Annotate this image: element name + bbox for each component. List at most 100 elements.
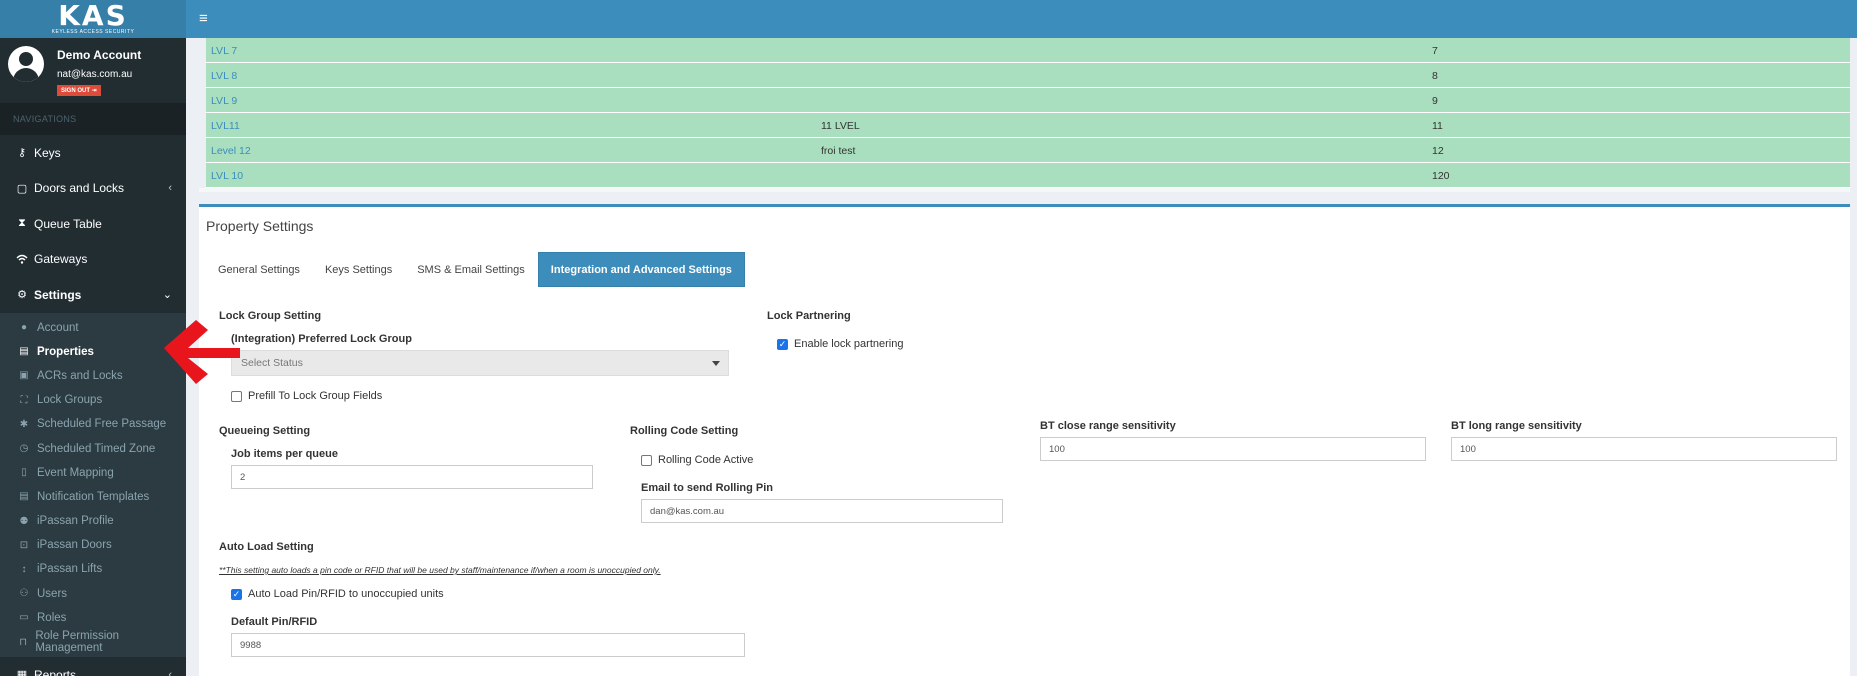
sidebar-item-gateways[interactable]: Gateways	[0, 242, 186, 278]
cogs-icon: ⚙	[17, 289, 27, 302]
floor-level: 11	[1432, 120, 1443, 132]
kas-logo[interactable]: KAS KEYLESS ACCESS SECURITY	[0, 0, 186, 38]
rolling-email-input[interactable]: dan@kas.com.au	[641, 499, 1003, 523]
lift-arrows-icon: ↕	[21, 563, 27, 575]
enable-lock-partnering-checkbox[interactable]: ✓ Enable lock partnering	[777, 338, 903, 350]
job-items-label: Job items per queue	[231, 448, 338, 460]
checkbox-unchecked-icon	[641, 454, 652, 466]
chevron-left-icon: ‹	[168, 182, 172, 195]
table-row: LVL 10 120	[206, 163, 1850, 188]
bt-close-range-label: BT close range sensitivity	[1040, 420, 1176, 432]
submenu-item-ipassan-profile[interactable]: ⚉ iPassan Profile	[0, 509, 186, 533]
user-name: Demo Account	[57, 48, 142, 62]
prefill-lock-group-checkbox[interactable]: Prefill To Lock Group Fields	[231, 390, 382, 402]
auto-load-checkbox[interactable]: ✓ Auto Load Pin/RFID to unoccupied units	[231, 588, 444, 600]
table-row: LVL 9 9	[206, 88, 1850, 113]
key-icon: ⚷	[17, 147, 27, 160]
floor-name-link[interactable]: LVL 7	[211, 45, 237, 57]
submenu-item-role-permission-management[interactable]: ⊓ Role Permission Management	[0, 630, 186, 654]
floor-name-link[interactable]: Level 12	[211, 145, 251, 157]
submenu-item-users[interactable]: ⚇ Users	[0, 582, 186, 606]
job-items-input[interactable]: 2	[231, 465, 593, 489]
lock-partnering-title: Lock Partnering	[767, 310, 851, 322]
floor-level: 9	[1432, 95, 1438, 107]
floors-table: LVL 7 7 LVL 8 8 LVL 9 9 LVL11 11 LVEL 11…	[206, 38, 1850, 188]
user-panel: Demo Account nat@kas.com.au SIGN OUT ⇥	[0, 38, 186, 103]
submenu-item-account[interactable]: ● Account	[0, 316, 186, 340]
submenu-item-ipassan-doors[interactable]: ⊡ iPassan Doors	[0, 533, 186, 557]
sidebar-item-queue-table[interactable]: ⧗ Queue Table	[0, 206, 186, 242]
bt-long-range-label: BT long range sensitivity	[1451, 420, 1582, 432]
submenu-item-lock-groups[interactable]: ⛶ Lock Groups	[0, 388, 186, 412]
submenu-item-scheduled-free-passage[interactable]: ✱ Scheduled Free Passage	[0, 412, 186, 436]
sidebar-item-keys[interactable]: ⚷ Keys	[0, 135, 186, 171]
submenu-item-properties[interactable]: ▤ Properties	[0, 340, 186, 364]
sidebar-item-reports[interactable]: ▦ Reports ‹	[0, 657, 186, 676]
preferred-lock-group-select[interactable]: Select Status	[231, 350, 729, 376]
red-arrow-annotation	[164, 320, 240, 384]
sidebar-item-settings[interactable]: ⚙ Settings ⌄	[0, 277, 186, 313]
top-navbar: ≡	[186, 0, 1857, 38]
caret-down-icon	[712, 361, 720, 366]
checkbox-checked-icon: ✓	[777, 338, 788, 350]
rolling-code-title: Rolling Code Setting	[630, 425, 739, 437]
sign-out-button[interactable]: SIGN OUT ⇥	[57, 85, 101, 96]
tab-integration-advanced-settings[interactable]: Integration and Advanced Settings	[537, 252, 745, 287]
user-plus-icon: ⚉	[19, 515, 29, 527]
floor-description: 11 LVEL	[821, 120, 860, 132]
property-settings-box: Property Settings General Settings Keys …	[199, 204, 1850, 676]
submenu-item-event-mapping[interactable]: ▯ Event Mapping	[0, 461, 186, 485]
door-icon: ▢	[16, 182, 28, 195]
default-pin-input[interactable]: 9988	[231, 633, 745, 657]
door-square-icon: ⊡	[19, 539, 29, 551]
table-row: LVL11 11 LVEL 11	[206, 113, 1850, 138]
checkbox-unchecked-icon	[231, 390, 242, 402]
hourglass-icon: ⧗	[18, 217, 26, 230]
bt-close-range-input[interactable]: 100	[1040, 437, 1426, 461]
submenu-item-roles[interactable]: ▭ Roles	[0, 606, 186, 630]
sidebar-item-doors-and-locks[interactable]: ▢ Doors and Locks ‹	[0, 171, 186, 207]
tab-keys-settings[interactable]: Keys Settings	[313, 252, 404, 287]
floor-name-link[interactable]: LVL 8	[211, 70, 237, 82]
table-row: LVL 8 8	[206, 63, 1850, 88]
user-email: nat@kas.com.au	[57, 69, 133, 80]
submenu-item-scheduled-timed-zone[interactable]: ◷ Scheduled Timed Zone	[0, 436, 186, 460]
hamburger-menu-icon[interactable]: ≡	[199, 11, 208, 26]
submenu-item-ipassan-lifts[interactable]: ↕ iPassan Lifts	[0, 557, 186, 581]
lock-icon: ▣	[19, 370, 29, 382]
submenu-item-acrs-and-locks[interactable]: ▣ ACRs and Locks	[0, 364, 186, 388]
table-row: Level 12 froi test 12	[206, 138, 1850, 163]
floor-description: froi test	[821, 145, 856, 157]
box-title: Property Settings	[206, 218, 314, 234]
auto-load-title: Auto Load Setting	[219, 541, 314, 553]
tab-sms-email-settings[interactable]: SMS & Email Settings	[405, 252, 537, 287]
nav-header: NAVIGATIONS	[0, 103, 186, 135]
floor-name-link[interactable]: LVL 9	[211, 95, 237, 107]
report-icon: ▦	[16, 669, 28, 676]
sidebar: KAS KEYLESS ACCESS SECURITY Demo Account…	[0, 0, 186, 676]
rolling-code-active-checkbox[interactable]: Rolling Code Active	[641, 454, 753, 466]
checkbox-checked-icon: ✓	[231, 588, 242, 600]
queueing-title: Queueing Setting	[219, 425, 311, 437]
group-icon: ⛶	[20, 394, 28, 406]
submenu-item-notification-templates[interactable]: ▤ Notification Templates	[0, 485, 186, 509]
tab-general-settings[interactable]: General Settings	[206, 252, 312, 287]
floor-level: 120	[1432, 170, 1450, 182]
preferred-lock-group-label: (Integration) Preferred Lock Group	[231, 333, 412, 345]
floor-name-link[interactable]: LVL11	[211, 120, 240, 132]
rolling-email-label: Email to send Rolling Pin	[641, 482, 774, 494]
settings-submenu: ● Account ▤ Properties ▣ ACRs and Locks ⛶ Lo…	[0, 312, 186, 658]
floor-name-link[interactable]: LVL 10	[211, 170, 243, 182]
default-pin-label: Default Pin/RFID	[231, 616, 318, 628]
file-icon: ▯	[21, 467, 27, 479]
auto-load-note: **This setting auto loads a pin code or …	[219, 565, 661, 575]
table-box-footer	[199, 188, 1850, 192]
floor-level: 8	[1432, 70, 1438, 82]
id-card-icon: ▭	[19, 612, 29, 624]
floor-level: 7	[1432, 45, 1438, 57]
asterisk-icon: ✱	[19, 418, 29, 430]
users-icon: ⚇	[19, 588, 29, 600]
floor-level: 12	[1432, 145, 1444, 157]
bt-long-range-input[interactable]: 100	[1451, 437, 1837, 461]
chevron-down-icon: ⌄	[162, 289, 172, 302]
